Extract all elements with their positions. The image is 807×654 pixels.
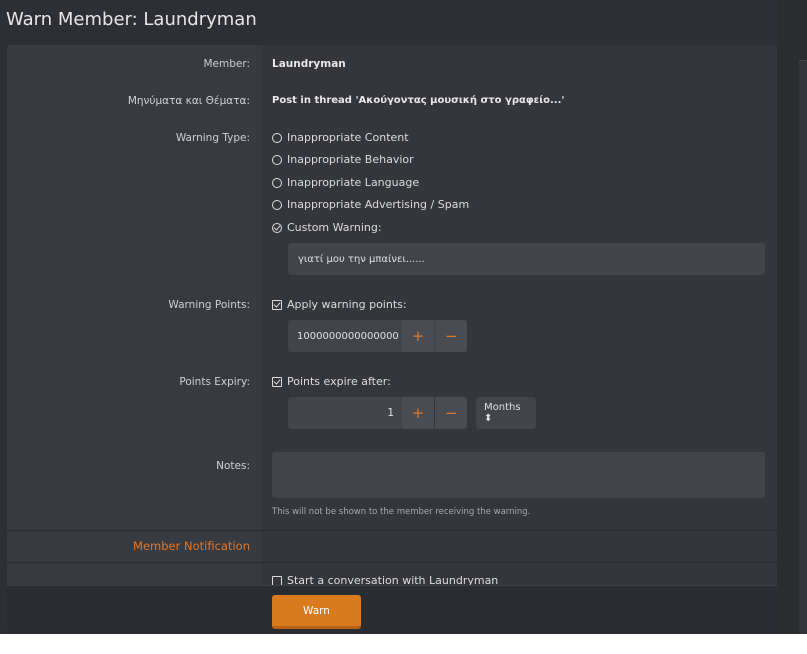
custom-warning-input[interactable]: γιατί μου την μπαίνει...... [288, 243, 765, 275]
radio-inappropriate-content[interactable]: Inappropriate Content [272, 131, 409, 144]
radio-inappropriate-behavior[interactable]: Inappropriate Behavior [272, 153, 414, 166]
warning-points-label: Warning Points: [168, 299, 250, 311]
checkbox-checked-icon[interactable] [272, 376, 282, 387]
member-value[interactable]: Laundryman [272, 58, 346, 70]
option-label: Inappropriate Advertising / Spam [287, 198, 470, 211]
points-decrement-button[interactable]: − [435, 320, 467, 352]
radio-icon[interactable] [272, 132, 282, 143]
expiry-decrement-button[interactable]: − [435, 397, 467, 429]
divider [7, 530, 777, 531]
points-expire-checkbox[interactable]: Points expire after: [272, 375, 391, 388]
page-title: Warn Member: Laundryman [6, 9, 257, 30]
checkbox-label: Points expire after: [287, 375, 391, 388]
option-label: Custom Warning: [287, 221, 382, 234]
checkbox-label: Apply warning points: [287, 298, 407, 311]
warn-button[interactable]: Warn [272, 595, 361, 629]
content-label: Μηνύματα και Θέματα: [127, 95, 250, 107]
option-label: Inappropriate Content [287, 131, 409, 144]
points-increment-button[interactable]: + [402, 320, 434, 352]
expiry-unit-select[interactable]: Months ⬍ [476, 397, 536, 429]
radio-icon[interactable] [272, 154, 282, 165]
radio-custom-warning[interactable]: Custom Warning: [272, 221, 382, 234]
warning-type-label: Warning Type: [175, 132, 250, 144]
divider [7, 562, 777, 563]
checkbox-checked-icon[interactable] [272, 299, 282, 310]
option-label: Inappropriate Language [287, 176, 420, 189]
radio-inappropriate-language[interactable]: Inappropriate Language [272, 176, 419, 189]
points-expiry-label: Points Expiry: [179, 376, 250, 388]
option-label: Inappropriate Behavior [287, 153, 414, 166]
expiry-input[interactable]: 1 [288, 397, 402, 429]
member-notification-heading: Member Notification [133, 539, 250, 553]
page: Warn Member: Laundryman Member: Laundrym… [0, 0, 807, 634]
apply-points-checkbox[interactable]: Apply warning points: [272, 298, 407, 311]
sidebar-block [799, 60, 807, 634]
expiry-increment-button[interactable]: + [402, 397, 434, 429]
radio-icon[interactable] [272, 199, 282, 210]
radio-inappropriate-advertising[interactable]: Inappropriate Advertising / Spam [272, 198, 469, 211]
radio-icon[interactable] [272, 177, 282, 188]
notes-textarea[interactable] [272, 452, 765, 498]
warn-form: Member: Laundryman Μηνύματα και Θέματα: … [7, 45, 777, 634]
form-footer: Warn [7, 585, 777, 634]
content-link[interactable]: Post in thread 'Ακούγοντας μουσική στο γ… [272, 95, 564, 106]
checkbox-icon[interactable] [272, 575, 282, 586]
notes-hint: This will not be shown to the member rec… [272, 507, 531, 517]
notes-label: Notes: [216, 460, 250, 472]
radio-checked-icon[interactable] [272, 222, 282, 233]
member-label: Member: [203, 58, 250, 70]
